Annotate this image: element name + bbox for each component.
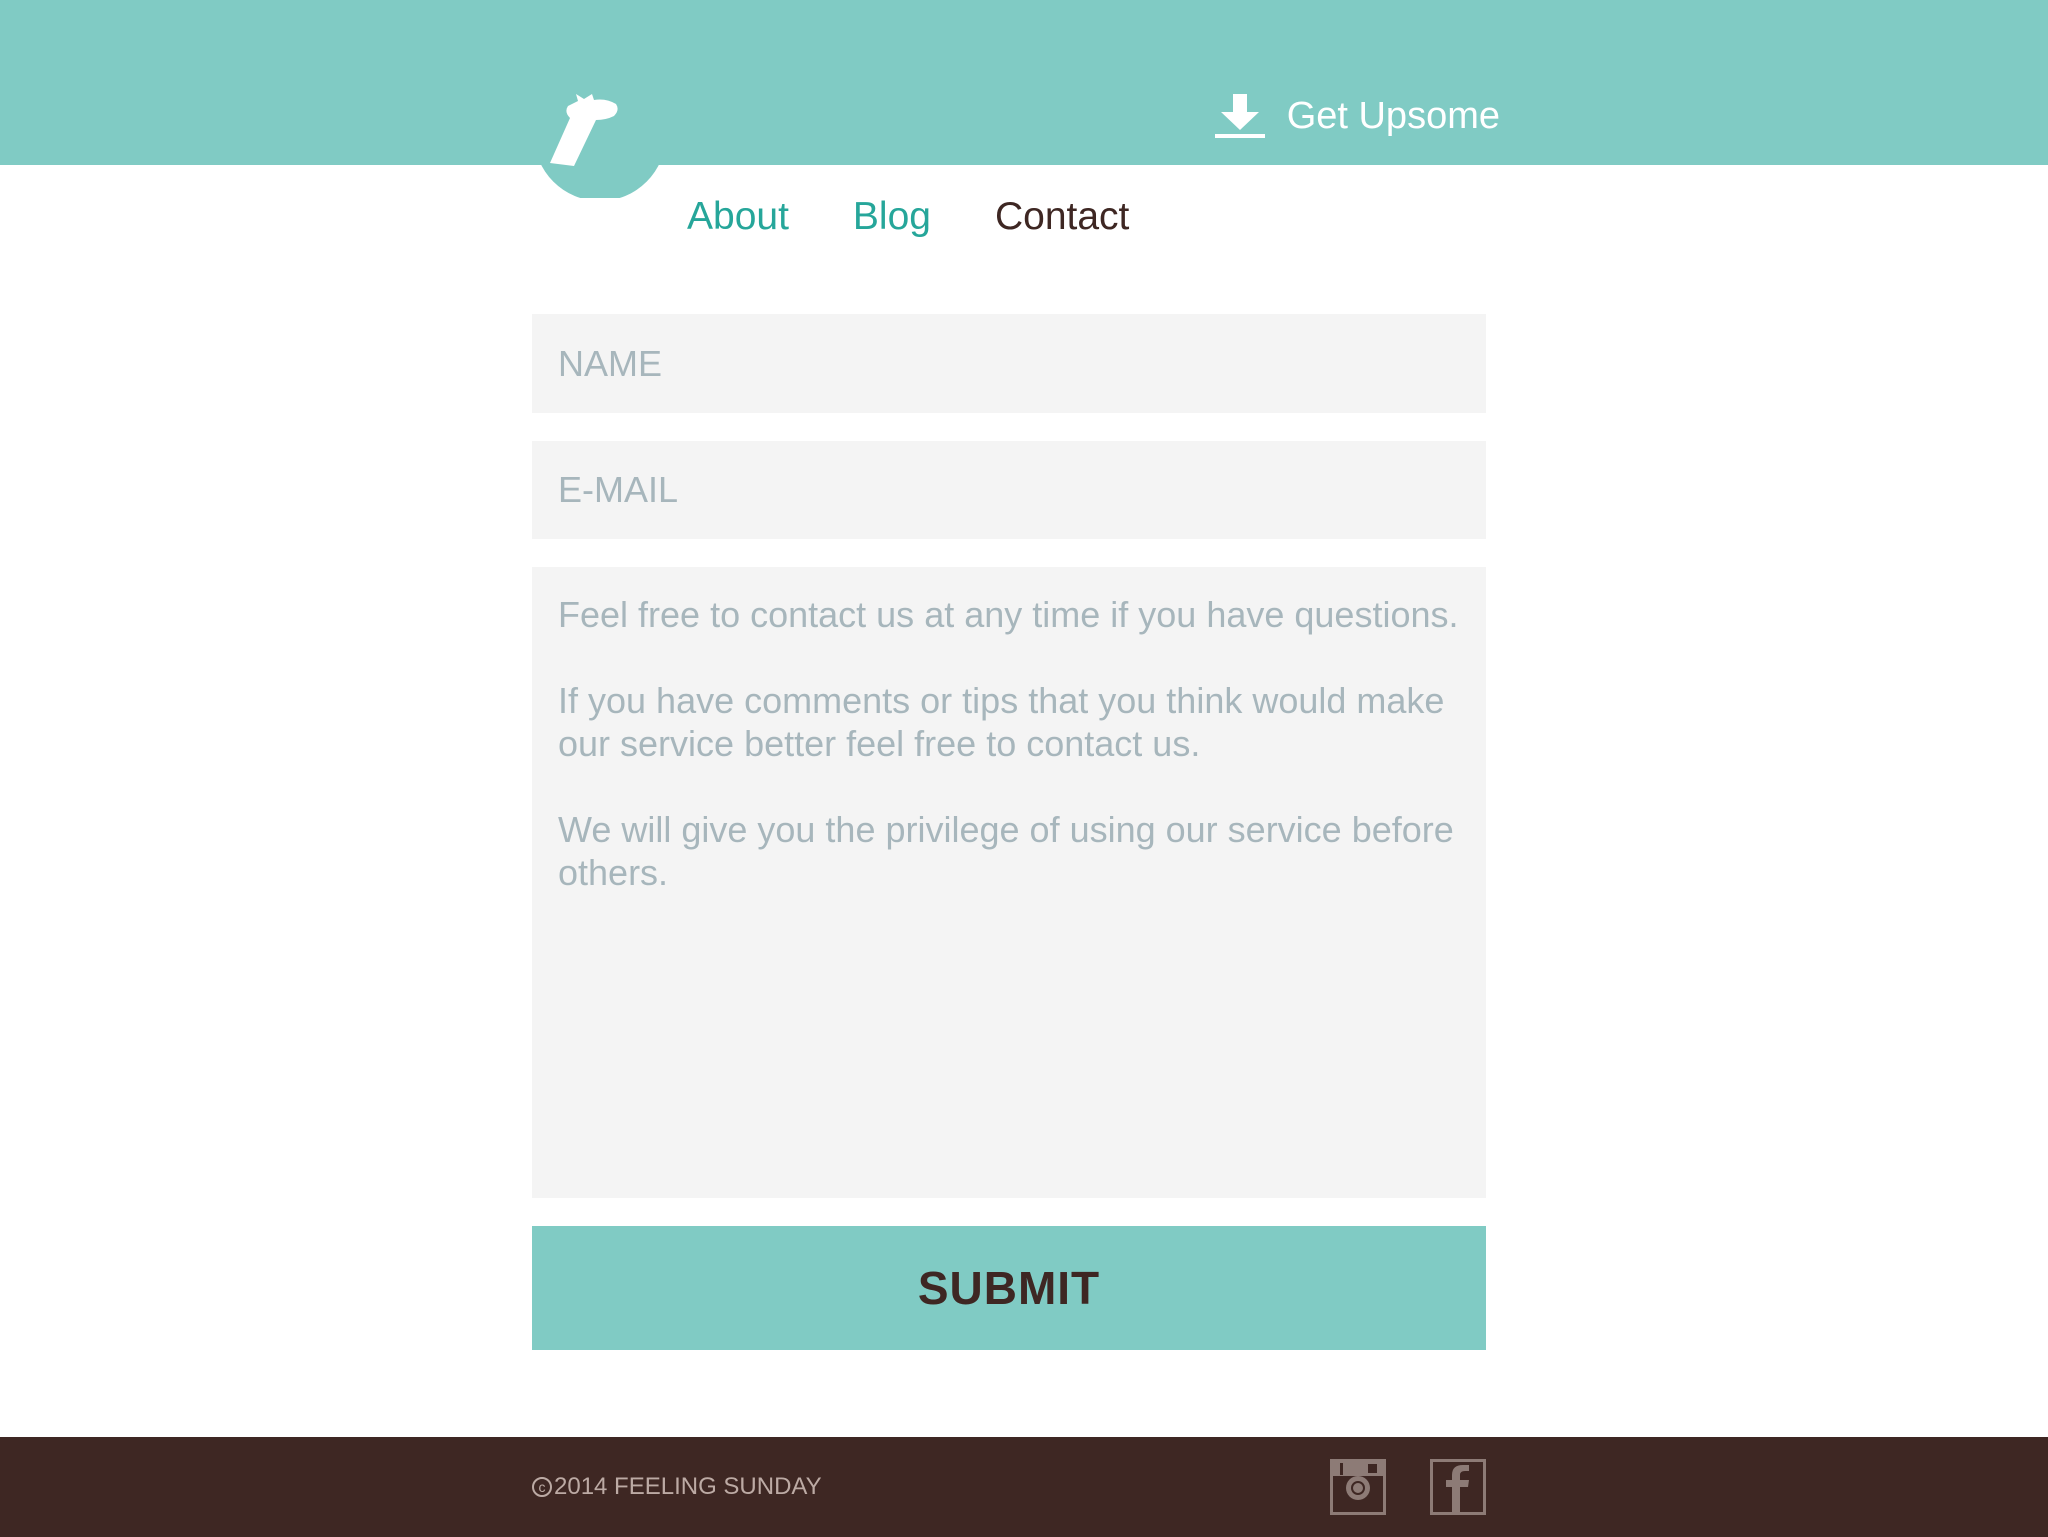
header-bar [0,0,2048,165]
submit-button[interactable]: SUBMIT [532,1226,1486,1350]
email-input[interactable] [532,441,1486,539]
nav-contact[interactable]: Contact [995,195,1129,239]
copyright-icon: c [532,1477,552,1497]
get-upsome-link[interactable]: Get Upsome [1214,92,1500,140]
footer: c 2014 FEELING SUNDAY [0,1437,2048,1537]
nav-blog[interactable]: Blog [853,195,931,239]
nav-about[interactable]: About [687,195,789,239]
facebook-icon[interactable] [1430,1459,1486,1515]
copyright-text: 2014 FEELING SUNDAY [554,1473,822,1500]
copyright: c 2014 FEELING SUNDAY [532,1473,822,1501]
get-upsome-label: Get Upsome [1286,94,1500,137]
download-icon [1214,94,1265,138]
message-textarea[interactable] [532,567,1486,1198]
name-input[interactable] [532,314,1486,413]
instagram-icon[interactable] [1330,1459,1386,1515]
giraffe-logo-icon[interactable] [534,90,666,198]
main-nav: About Blog Contact [687,195,1129,239]
